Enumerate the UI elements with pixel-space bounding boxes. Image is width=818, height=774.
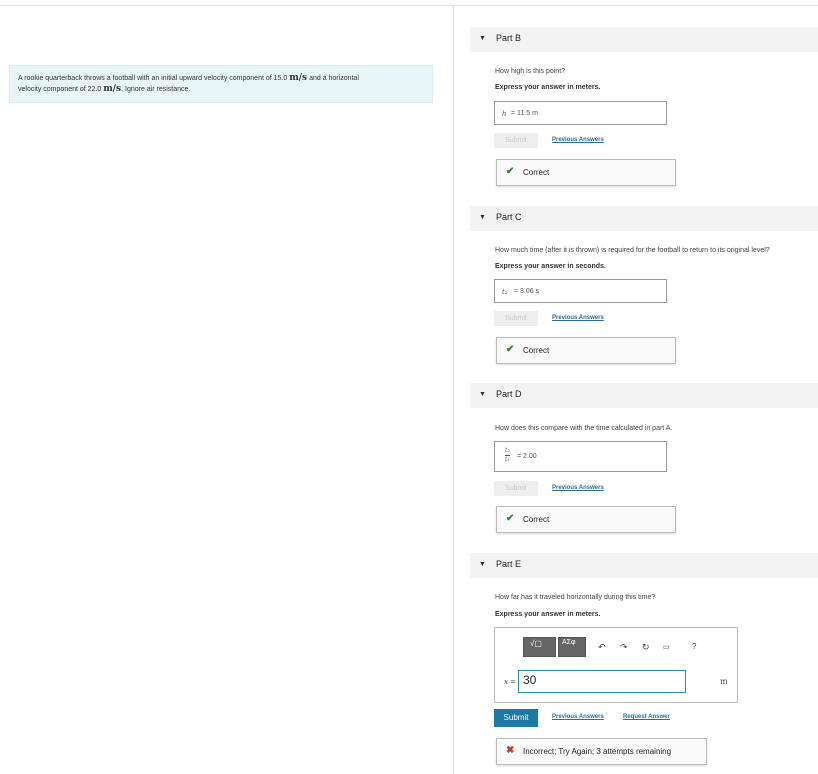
- part-c-submit-button[interactable]: Submit: [494, 311, 538, 326]
- problem-text-1: A rookie quarterback throws a football w…: [18, 75, 288, 82]
- problem-text-3: velocity component of 22.0: [18, 86, 102, 93]
- part-d-question: How does this compare with the time calc…: [495, 425, 673, 432]
- templates-icon: √▢: [530, 639, 542, 648]
- part-c-label: t₂: [502, 288, 508, 296]
- part-c-answer-box: t₂ = 3.06 s: [494, 279, 667, 303]
- top-border: [0, 5, 818, 6]
- part-e-header[interactable]: ▼ Part E: [470, 553, 818, 578]
- x-mark-icon: ✖: [506, 745, 515, 756]
- reset-icon[interactable]: ↻: [642, 642, 650, 653]
- part-e-title: Part E: [496, 559, 522, 569]
- part-c-status: ✔ Correct: [496, 337, 676, 364]
- part-d-header[interactable]: ▼ Part D: [470, 383, 818, 408]
- caret-down-icon: ▼: [479, 214, 486, 221]
- part-c-title: Part C: [496, 212, 522, 222]
- part-c-status-text: Correct: [523, 346, 550, 355]
- checkmark-icon: ✔: [506, 344, 515, 355]
- part-c-header[interactable]: ▼ Part C: [470, 206, 818, 231]
- templates-toolbar-button[interactable]: √▢: [523, 637, 556, 657]
- problem-text-4: . Ignore air resistance.: [121, 86, 191, 93]
- redo-icon[interactable]: ↷: [620, 642, 628, 653]
- part-b-answer: = 11.5 m: [511, 110, 538, 117]
- problem-statement: A rookie quarterback throws a football w…: [9, 65, 433, 103]
- part-b-status: ✔ Correct: [496, 159, 676, 186]
- part-d-title: Part D: [496, 389, 522, 399]
- caret-down-icon: ▼: [479, 391, 486, 398]
- caret-down-icon: ▼: [479, 561, 486, 568]
- undo-icon[interactable]: ↶: [598, 642, 606, 653]
- part-e-answer-input[interactable]: 30: [518, 670, 686, 693]
- part-d-fraction: t₂ t₁: [505, 447, 510, 464]
- part-d-status: ✔ Correct: [496, 506, 676, 533]
- part-b-answer-box: h = 11.5 m: [494, 101, 667, 125]
- part-b-status-text: Correct: [523, 168, 550, 177]
- part-c-answer: = 3.06 s: [514, 288, 540, 295]
- part-e-status: ✖ Incorrect; Try Again; 3 attempts remai…: [496, 738, 707, 765]
- part-e-unit: m: [720, 677, 728, 686]
- part-e-question: How far has it traveled horizontally dur…: [495, 594, 656, 601]
- part-b-label: h: [502, 110, 507, 118]
- greek-letters-icon: ΑΣφ: [562, 639, 576, 646]
- greek-toolbar-button[interactable]: ΑΣφ: [558, 637, 586, 657]
- part-e-instruction: Express your answer in meters.: [495, 611, 601, 618]
- part-d-answer: = 2.00: [517, 453, 537, 460]
- part-e-label: x =: [504, 678, 517, 686]
- part-b-header[interactable]: ▼ Part B: [470, 27, 818, 52]
- part-b-title: Part B: [496, 33, 522, 43]
- part-c-question: How much time (after it is thrown) is re…: [495, 247, 770, 254]
- caret-down-icon: ▼: [479, 35, 486, 42]
- part-b-instruction: Express your answer in meters.: [495, 84, 601, 91]
- part-d-numerator: t₂: [505, 447, 510, 456]
- column-divider: [453, 5, 454, 774]
- part-d-denominator: t₁: [505, 456, 510, 463]
- problem-text-2: and a horizontal: [309, 75, 359, 82]
- part-b-question: How high is this point?: [495, 68, 566, 75]
- part-e-status-text: Incorrect; Try Again; 3 attempts remaini…: [523, 747, 672, 756]
- part-e-submit-button[interactable]: Submit: [494, 709, 538, 727]
- problem-unit-2: m/s: [103, 84, 122, 94]
- part-c-previous-answers-link[interactable]: Previous Answers: [552, 315, 604, 321]
- part-d-submit-button[interactable]: Submit: [494, 481, 538, 496]
- part-d-status-text: Correct: [523, 515, 550, 524]
- part-e-previous-answers-link[interactable]: Previous Answers: [552, 714, 604, 720]
- help-icon[interactable]: ?: [692, 642, 696, 651]
- keyboard-icon[interactable]: ▭: [663, 643, 670, 651]
- checkmark-icon: ✔: [506, 513, 515, 524]
- problem-unit-1: m/s: [289, 73, 308, 83]
- part-c-instruction: Express your answer in seconds.: [495, 263, 606, 270]
- part-b-submit-button[interactable]: Submit: [494, 133, 538, 148]
- part-b-previous-answers-link[interactable]: Previous Answers: [552, 137, 604, 143]
- checkmark-icon: ✔: [506, 166, 515, 177]
- part-e-request-answer-link[interactable]: Request Answer: [623, 714, 670, 720]
- part-d-answer-box: t₂ t₁ = 2.00: [494, 441, 667, 472]
- part-d-previous-answers-link[interactable]: Previous Answers: [552, 485, 604, 491]
